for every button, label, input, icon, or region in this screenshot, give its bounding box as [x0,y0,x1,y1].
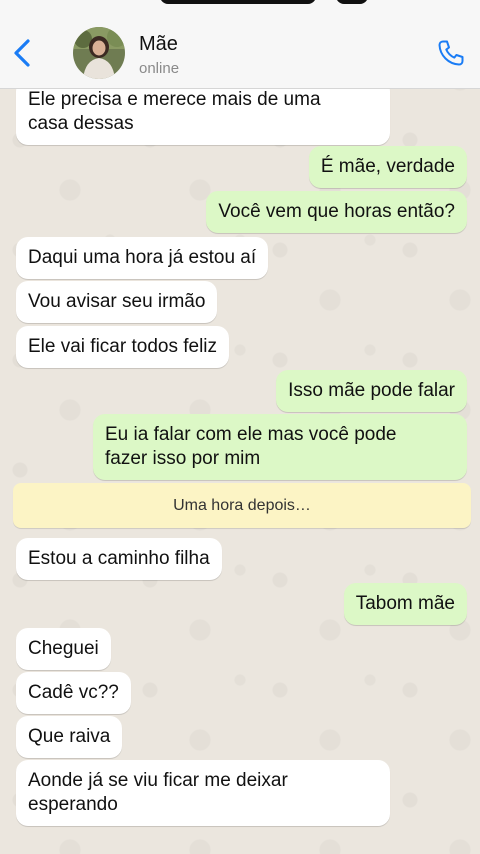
phone-icon[interactable] [436,38,466,68]
system-notice: Uma hora depois… [13,483,471,528]
message-outgoing[interactable]: Tabom mãe [343,583,467,625]
message-outgoing[interactable]: Isso mãe pode falar [276,370,467,412]
message-incoming[interactable]: Estou a caminho filha [16,538,222,580]
message-incoming[interactable]: Vou avisar seu irmão [16,281,218,323]
device-notch [160,0,316,4]
message-incoming[interactable]: Daqui uma hora já estou aí [16,237,269,279]
message-outgoing[interactable]: Você vem que horas então? [206,191,467,233]
message-outgoing[interactable]: Eu ia falar com ele mas você pode fazer … [93,414,467,480]
message-incoming[interactable]: Que raiva [16,716,123,758]
device-notch-camera [336,0,368,4]
avatar[interactable] [73,27,125,79]
chevron-left-icon[interactable] [10,36,38,70]
chat-header: Mãe online [0,0,480,89]
message-incoming[interactable]: Aonde já se viu ficar me deixar esperand… [16,760,390,826]
message-outgoing[interactable]: É mãe, verdade [308,146,467,188]
message-incoming[interactable]: Cheguei [16,628,111,670]
message-incoming[interactable]: Cadê vc?? [16,672,131,714]
contact-name[interactable]: Mãe [139,33,178,56]
message-list[interactable]: Ele precisa e merece mais de uma casa de… [0,0,480,854]
message-incoming[interactable]: Ele vai ficar todos feliz [16,326,230,368]
contact-status: online [139,60,180,77]
